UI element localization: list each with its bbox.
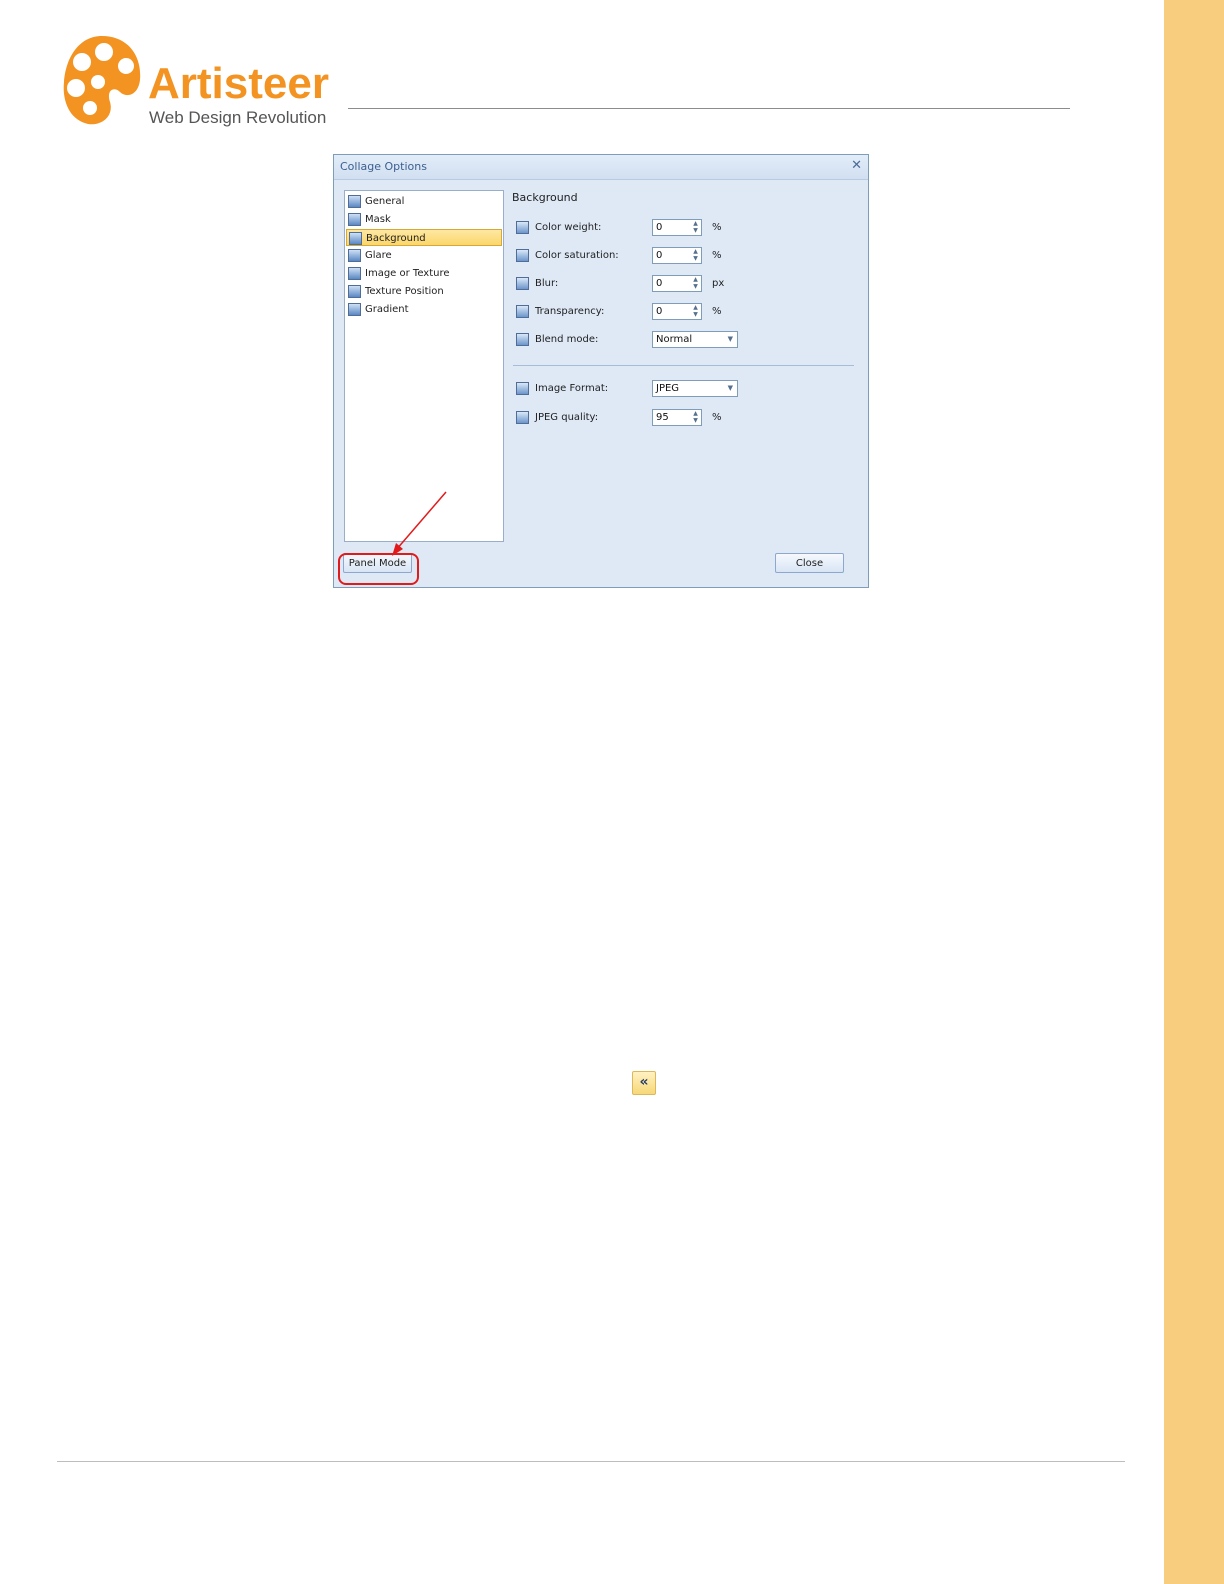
spinner-arrows-icon[interactable]: ▲ ▼ bbox=[692, 248, 699, 262]
logo-title: Artisteer bbox=[148, 59, 329, 108]
jpeg-quality-spinner[interactable]: 95 ▲ ▼ bbox=[652, 409, 702, 426]
transparency-row: Transparency: 0 ▲ ▼ % bbox=[516, 303, 856, 321]
chevron-down-icon: ▼ bbox=[727, 335, 733, 343]
dialog-titlebar: Collage Options ✕ bbox=[334, 155, 868, 180]
nav-item-background[interactable]: Background bbox=[346, 229, 502, 246]
color-weight-label: Color weight: bbox=[535, 222, 602, 233]
image-format-icon bbox=[516, 382, 529, 395]
blend-mode-icon bbox=[516, 333, 529, 346]
transparency-icon bbox=[516, 305, 529, 318]
footer-divider bbox=[57, 1461, 1125, 1462]
nav-item-general[interactable]: General bbox=[346, 193, 502, 210]
color-weight-value: 0 bbox=[656, 222, 663, 233]
color-saturation-row: Color saturation: 0 ▲ ▼ % bbox=[516, 247, 856, 265]
blend-mode-label: Blend mode: bbox=[535, 334, 599, 345]
nav-item-label: Gradient bbox=[365, 304, 409, 315]
close-button[interactable]: Close bbox=[775, 553, 844, 573]
nav-item-label: Mask bbox=[365, 214, 391, 225]
image-format-row: Image Format: JPEG ▼ bbox=[516, 380, 856, 398]
annotation-arrow-icon bbox=[392, 491, 447, 556]
artisteer-logo: Artisteer Web Design Revolution bbox=[62, 30, 362, 130]
collapse-panel-button[interactable]: « bbox=[632, 1071, 656, 1095]
color-saturation-unit: % bbox=[712, 250, 722, 261]
blur-unit: px bbox=[712, 278, 725, 289]
color-saturation-label: Color saturation: bbox=[535, 250, 619, 261]
jpeg-quality-value: 95 bbox=[656, 412, 669, 423]
dialog-title: Collage Options bbox=[340, 160, 427, 173]
jpeg-quality-unit: % bbox=[712, 412, 722, 423]
background-icon bbox=[349, 232, 362, 245]
chevron-down-icon: ▼ bbox=[727, 384, 733, 392]
nav-item-glare[interactable]: Glare bbox=[346, 247, 502, 264]
color-weight-spinner[interactable]: 0 ▲ ▼ bbox=[652, 219, 702, 236]
color-saturation-icon bbox=[516, 249, 529, 262]
image-texture-icon bbox=[348, 267, 361, 280]
spinner-arrows-icon[interactable]: ▲ ▼ bbox=[692, 304, 699, 318]
section-divider bbox=[513, 365, 854, 366]
image-format-label: Image Format: bbox=[535, 383, 609, 394]
image-format-value: JPEG bbox=[656, 383, 680, 394]
glare-icon bbox=[348, 249, 361, 262]
nav-item-label: Background bbox=[366, 233, 426, 244]
logo-subtitle: Web Design Revolution bbox=[149, 108, 327, 127]
jpeg-quality-row: JPEG quality: 95 ▲ ▼ % bbox=[516, 409, 856, 427]
side-band bbox=[1164, 0, 1224, 1584]
blend-mode-select[interactable]: Normal ▼ bbox=[652, 331, 738, 348]
spinner-arrows-icon[interactable]: ▲ ▼ bbox=[692, 276, 699, 290]
nav-item-texture-position[interactable]: Texture Position bbox=[346, 283, 502, 300]
blur-row: Blur: 0 ▲ ▼ px bbox=[516, 275, 856, 293]
color-weight-unit: % bbox=[712, 222, 722, 233]
color-weight-row: Color weight: 0 ▲ ▼ % bbox=[516, 219, 856, 237]
spinner-arrows-icon[interactable]: ▲ ▼ bbox=[692, 220, 699, 234]
nav-item-label: Glare bbox=[365, 250, 392, 261]
nav-item-image-or-texture[interactable]: Image or Texture bbox=[346, 265, 502, 282]
color-saturation-value: 0 bbox=[656, 250, 663, 261]
general-icon bbox=[348, 195, 361, 208]
transparency-value: 0 bbox=[656, 306, 663, 317]
close-icon[interactable]: ✕ bbox=[851, 158, 862, 173]
blend-mode-value: Normal bbox=[656, 334, 693, 345]
nav-item-mask[interactable]: Mask bbox=[346, 211, 502, 228]
blur-label: Blur: bbox=[535, 278, 559, 289]
image-format-select[interactable]: JPEG ▼ bbox=[652, 380, 738, 397]
header-divider bbox=[348, 108, 1070, 109]
color-saturation-spinner[interactable]: 0 ▲ ▼ bbox=[652, 247, 702, 264]
transparency-label: Transparency: bbox=[535, 306, 605, 317]
nav-item-label: Image or Texture bbox=[365, 268, 450, 279]
nav-item-label: Texture Position bbox=[365, 286, 444, 297]
blur-value: 0 bbox=[656, 278, 663, 289]
blur-icon bbox=[516, 277, 529, 290]
jpeg-quality-label: JPEG quality: bbox=[535, 412, 599, 423]
texture-position-icon bbox=[348, 285, 361, 298]
palette-icon bbox=[63, 36, 141, 125]
mask-icon bbox=[348, 213, 361, 226]
transparency-spinner[interactable]: 0 ▲ ▼ bbox=[652, 303, 702, 320]
color-weight-icon bbox=[516, 221, 529, 234]
spinner-arrows-icon[interactable]: ▲ ▼ bbox=[692, 410, 699, 424]
section-title: Background bbox=[512, 191, 578, 204]
nav-item-label: General bbox=[365, 196, 405, 207]
transparency-unit: % bbox=[712, 306, 722, 317]
nav-item-gradient[interactable]: Gradient bbox=[346, 301, 502, 318]
gradient-icon bbox=[348, 303, 361, 316]
blur-spinner[interactable]: 0 ▲ ▼ bbox=[652, 275, 702, 292]
blend-mode-row: Blend mode: Normal ▼ bbox=[516, 331, 856, 349]
jpeg-quality-icon bbox=[516, 411, 529, 424]
